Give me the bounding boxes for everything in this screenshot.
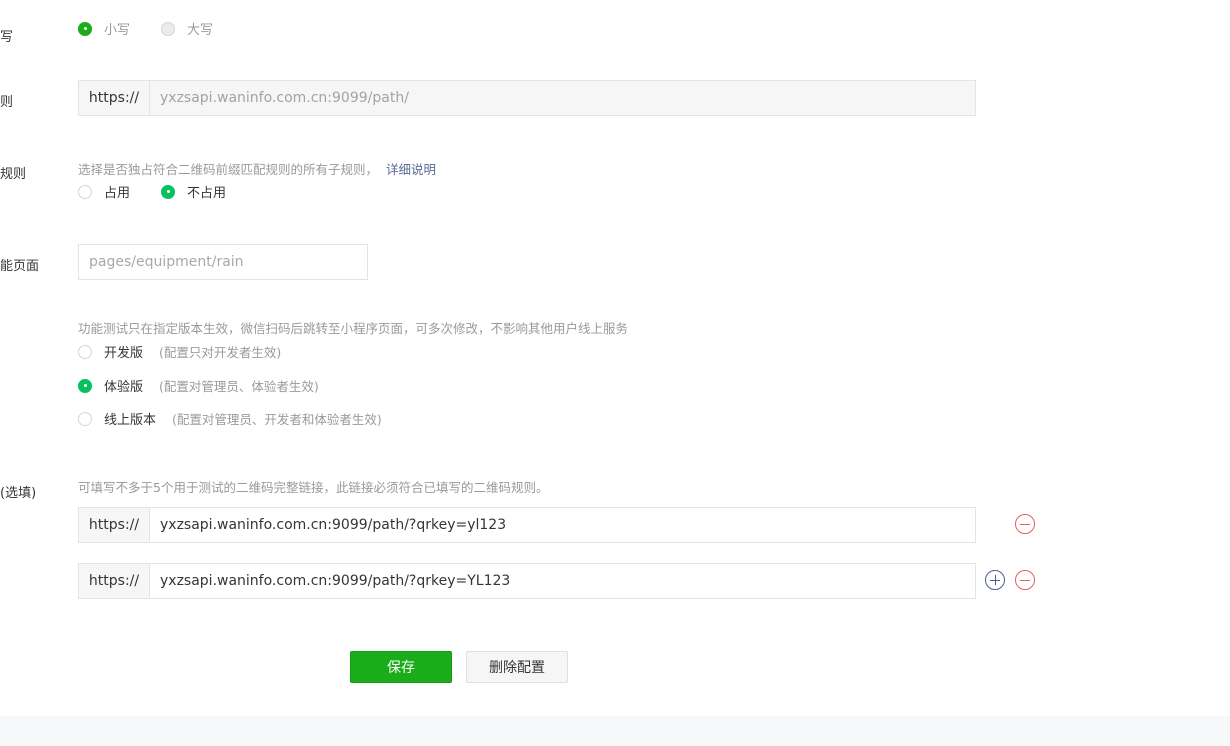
remove-link-1-minus-icon[interactable] [1015,514,1035,534]
version-hint: 功能测试只在指定版本生效，微信扫码后跳转至小程序页面，可多次修改，不影响其他用户… [78,321,629,336]
test-link-input-2[interactable]: https:// yxzsapi.waninfo.com.cn:9099/pat… [78,563,976,599]
radio-dev-label: 开发版 [104,346,144,361]
radio-uppercase-indicator[interactable] [161,21,175,36]
url-prefix: https:// [79,508,150,542]
rule-prefix-value[interactable]: yxzsapi.waninfo.com.cn:9099/path/ [150,81,975,115]
exclusive-hint-text: 选择是否独占符合二维码前缀匹配规则的所有子规则， [78,162,379,177]
radio-uppercase[interactable]: 大写 [161,19,213,38]
test-links-hint: 可填写不多于5个用于测试的二维码完整链接，此链接必须符合已填写的二维码规则。 [78,480,549,495]
radio-trial-version[interactable]: 体验版 (配置对管理员、体验者生效) [78,376,319,395]
radio-trial-indicator[interactable] [78,378,92,393]
test-link-value-1[interactable]: yxzsapi.waninfo.com.cn:9099/path/?qrkey=… [150,508,975,542]
radio-occupy-label: 占用 [104,186,131,201]
radio-lowercase[interactable]: 小写 [78,19,130,38]
radio-dev-version[interactable]: 开发版 (配置只对开发者生效) [78,342,281,361]
radio-occupy-indicator[interactable] [78,184,92,199]
test-links-label: (选填) [0,486,37,501]
rule-prefix-input[interactable]: https:// yxzsapi.waninfo.com.cn:9099/pat… [78,80,976,116]
radio-lowercase-indicator[interactable] [78,21,92,36]
url-prefix: https:// [79,81,150,115]
radio-trial-note: (配置对管理员、体验者生效) [159,379,319,394]
url-prefix: https:// [79,564,150,598]
exclusive-field-label: 规则 [0,167,27,182]
exclusive-hint: 选择是否独占符合二维码前缀匹配规则的所有子规则， 详细说明 [78,159,436,178]
test-link-input-1[interactable]: https:// yxzsapi.waninfo.com.cn:9099/pat… [78,507,976,543]
remove-link-2-minus-icon[interactable] [1015,570,1035,590]
page-field-label: 能页面 [0,259,40,274]
case-field-label: 写 [0,30,14,45]
radio-dev-indicator[interactable] [78,344,92,359]
radio-lowercase-label: 小写 [104,23,131,38]
radio-not-occupy-label: 不占用 [187,186,227,201]
radio-online-note: (配置对管理员、开发者和体验者生效) [172,412,382,427]
add-link-plus-icon[interactable] [985,570,1005,590]
delete-config-button[interactable]: 删除配置 [466,651,568,683]
radio-occupy[interactable]: 占用 [78,182,130,201]
radio-dev-note: (配置只对开发者生效) [159,345,282,360]
details-link[interactable]: 详细说明 [386,162,436,177]
radio-uppercase-label: 大写 [187,23,214,38]
radio-online-indicator[interactable] [78,411,92,426]
radio-not-occupy[interactable]: 不占用 [161,182,226,201]
save-button[interactable]: 保存 [350,651,452,683]
radio-online-version[interactable]: 线上版本 (配置对管理员、开发者和体验者生效) [78,409,382,428]
rule-field-label: 则 [0,95,14,110]
page-path-input[interactable] [78,244,368,280]
test-link-value-2[interactable]: yxzsapi.waninfo.com.cn:9099/path/?qrkey=… [150,564,975,598]
radio-trial-label: 体验版 [104,380,144,395]
radio-online-label: 线上版本 [104,413,157,428]
radio-not-occupy-indicator[interactable] [161,184,175,199]
page-footer-band [0,716,1230,746]
